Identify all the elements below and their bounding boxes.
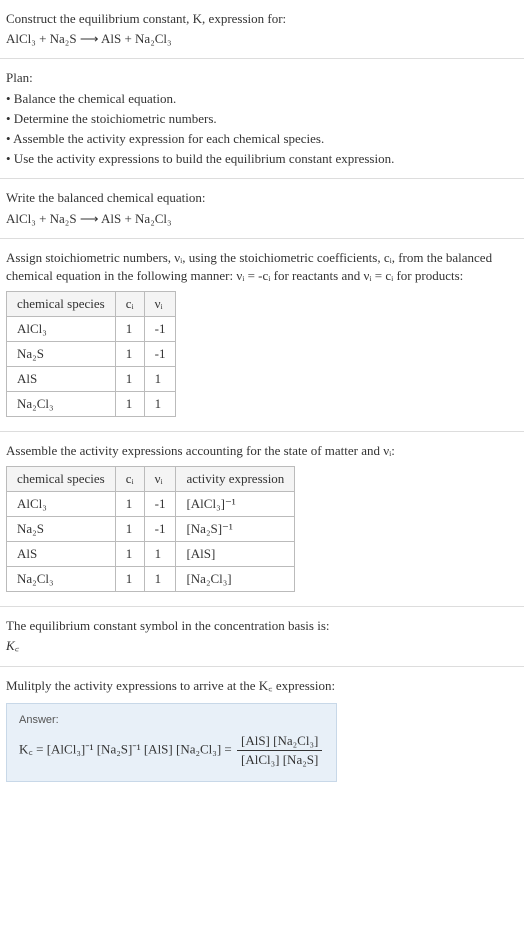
stoich-section: Assign stoichiometric numbers, νᵢ, using… [0, 239, 524, 432]
table-row: Na₂Cl₃ 1 1 [Na₂Cl₃] [7, 567, 295, 592]
plan-item: • Determine the stoichiometric numbers. [6, 110, 518, 128]
cell-species: Na₂Cl₃ [7, 567, 116, 592]
plan-item: • Assemble the activity expression for e… [6, 130, 518, 148]
cell-ci: 1 [115, 517, 144, 542]
cell-species: AlCl₃ [7, 317, 116, 342]
cell-ci: 1 [115, 392, 144, 417]
cell-ci: 1 [115, 492, 144, 517]
table-header-row: chemical species cᵢ νᵢ [7, 292, 176, 317]
col-species: chemical species [7, 467, 116, 492]
prompt-section: Construct the equilibrium constant, K, e… [0, 0, 524, 59]
cell-species: Na₂S [7, 342, 116, 367]
table-row: AlCl₃ 1 -1 [AlCl₃]⁻¹ [7, 492, 295, 517]
col-vi: νᵢ [144, 292, 176, 317]
prompt-equation: AlCl₃ + Na₂S ⟶ AlS + Na₂Cl₃ [6, 30, 518, 48]
cell-vi: -1 [144, 517, 176, 542]
cell-ci: 1 [115, 317, 144, 342]
cell-activity: [Na₂S]⁻¹ [176, 517, 295, 542]
answer-lhs: K꜀ = [AlCl₃]⁻¹ [Na₂S]⁻¹ [AlS] [Na₂Cl₃] = [19, 741, 235, 756]
answer-fraction: [AlS] [Na₂Cl₃] [AlCl₃] [Na₂S] [237, 732, 322, 769]
table-row: AlCl₃ 1 -1 [7, 317, 176, 342]
prompt-label: Construct the equilibrium constant, K, e… [6, 11, 286, 26]
cell-species: AlCl₃ [7, 492, 116, 517]
cell-species: AlS [7, 367, 116, 392]
table-row: Na₂Cl₃ 1 1 [7, 392, 176, 417]
symbol-value: K꜀ [6, 637, 518, 655]
fraction-denominator: [AlCl₃] [Na₂S] [237, 751, 322, 769]
symbol-intro: The equilibrium constant symbol in the c… [6, 617, 518, 635]
cell-ci: 1 [115, 367, 144, 392]
answer-section: Mulitply the activity expressions to arr… [0, 667, 524, 797]
col-activity: activity expression [176, 467, 295, 492]
plan-section: Plan: • Balance the chemical equation. •… [0, 59, 524, 179]
cell-vi: -1 [144, 492, 176, 517]
balanced-section: Write the balanced chemical equation: Al… [0, 179, 524, 238]
cell-vi: 1 [144, 367, 176, 392]
cell-species: AlS [7, 542, 116, 567]
activity-table: chemical species cᵢ νᵢ activity expressi… [6, 466, 295, 592]
cell-ci: 1 [115, 567, 144, 592]
fraction-numerator: [AlS] [Na₂Cl₃] [237, 732, 322, 751]
stoich-intro: Assign stoichiometric numbers, νᵢ, using… [6, 249, 518, 285]
table-row: Na₂S 1 -1 [Na₂S]⁻¹ [7, 517, 295, 542]
cell-species: Na₂Cl₃ [7, 392, 116, 417]
col-ci: cᵢ [115, 467, 144, 492]
cell-vi: 1 [144, 392, 176, 417]
table-header-row: chemical species cᵢ νᵢ activity expressi… [7, 467, 295, 492]
cell-vi: 1 [144, 567, 176, 592]
cell-activity: [Na₂Cl₃] [176, 567, 295, 592]
activity-intro: Assemble the activity expressions accoun… [6, 442, 518, 460]
col-species: chemical species [7, 292, 116, 317]
stoich-table: chemical species cᵢ νᵢ AlCl₃ 1 -1 Na₂S 1… [6, 291, 176, 417]
cell-species: Na₂S [7, 517, 116, 542]
plan-title: Plan: [6, 69, 518, 87]
cell-vi: -1 [144, 342, 176, 367]
plan-item: • Use the activity expressions to build … [6, 150, 518, 168]
cell-vi: -1 [144, 317, 176, 342]
cell-ci: 1 [115, 542, 144, 567]
prompt-text: Construct the equilibrium constant, K, e… [6, 10, 518, 28]
col-ci: cᵢ [115, 292, 144, 317]
multiply-intro: Mulitply the activity expressions to arr… [6, 677, 518, 695]
cell-activity: [AlCl₃]⁻¹ [176, 492, 295, 517]
activity-section: Assemble the activity expressions accoun… [0, 432, 524, 607]
symbol-section: The equilibrium constant symbol in the c… [0, 607, 524, 666]
answer-box: Answer: K꜀ = [AlCl₃]⁻¹ [Na₂S]⁻¹ [AlS] [N… [6, 703, 337, 782]
cell-activity: [AlS] [176, 542, 295, 567]
cell-vi: 1 [144, 542, 176, 567]
plan-item: • Balance the chemical equation. [6, 90, 518, 108]
answer-label: Answer: [19, 714, 324, 726]
balanced-intro: Write the balanced chemical equation: [6, 189, 518, 207]
balanced-equation: AlCl₃ + Na₂S ⟶ AlS + Na₂Cl₃ [6, 210, 518, 228]
cell-ci: 1 [115, 342, 144, 367]
table-row: Na₂S 1 -1 [7, 342, 176, 367]
col-vi: νᵢ [144, 467, 176, 492]
table-row: AlS 1 1 [AlS] [7, 542, 295, 567]
answer-expression: K꜀ = [AlCl₃]⁻¹ [Na₂S]⁻¹ [AlS] [Na₂Cl₃] =… [19, 732, 324, 769]
table-row: AlS 1 1 [7, 367, 176, 392]
